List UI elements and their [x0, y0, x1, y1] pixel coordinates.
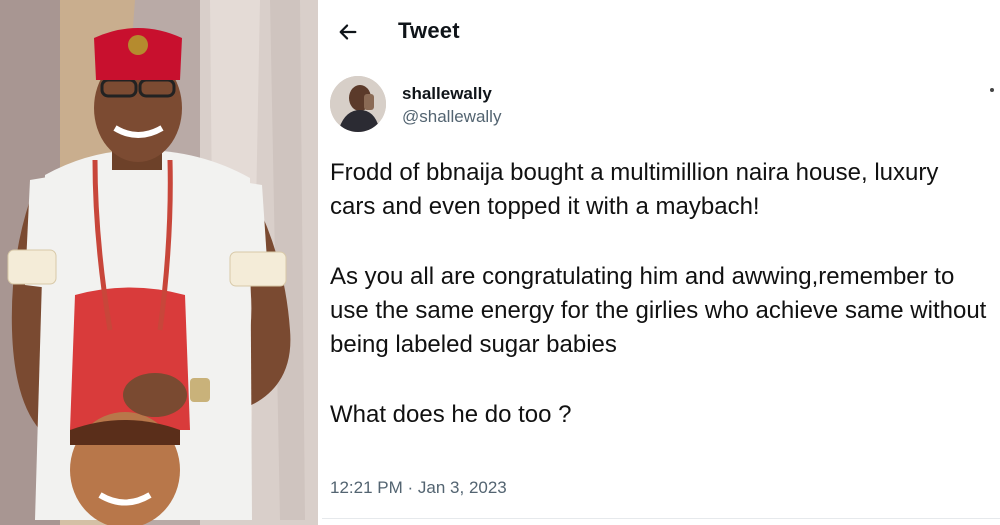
avatar[interactable] — [330, 76, 386, 132]
arrow-left-icon — [339, 24, 357, 40]
back-button[interactable] — [330, 14, 366, 50]
tweet-paragraph: As you all are congratulating him and aw… — [330, 263, 987, 359]
more-indicator — [990, 88, 994, 92]
author-display-name[interactable]: shallewally — [402, 84, 492, 104]
divider — [322, 518, 1000, 519]
tweet-timestamp[interactable]: 12:21 PM · Jan 3, 2023 — [330, 478, 507, 498]
tweet-text: Frodd of bbnaija bought a multimillion n… — [330, 156, 990, 432]
timestamp-separator: · — [407, 478, 414, 497]
news-photo — [0, 0, 318, 525]
tweet-panel: Tweet shallewally @shallewally Frodd of … — [322, 0, 1000, 525]
tweet-paragraph: What does he do too ? — [330, 401, 572, 429]
tweet-header: Tweet — [322, 0, 1000, 64]
tweet-paragraph: Frodd of bbnaija bought a multimillion n… — [330, 159, 939, 221]
tweet-time: 12:21 PM — [330, 478, 403, 497]
page-title: Tweet — [398, 18, 460, 43]
author-handle[interactable]: @shallewally — [402, 107, 501, 127]
tweet-date: Jan 3, 2023 — [417, 478, 507, 497]
